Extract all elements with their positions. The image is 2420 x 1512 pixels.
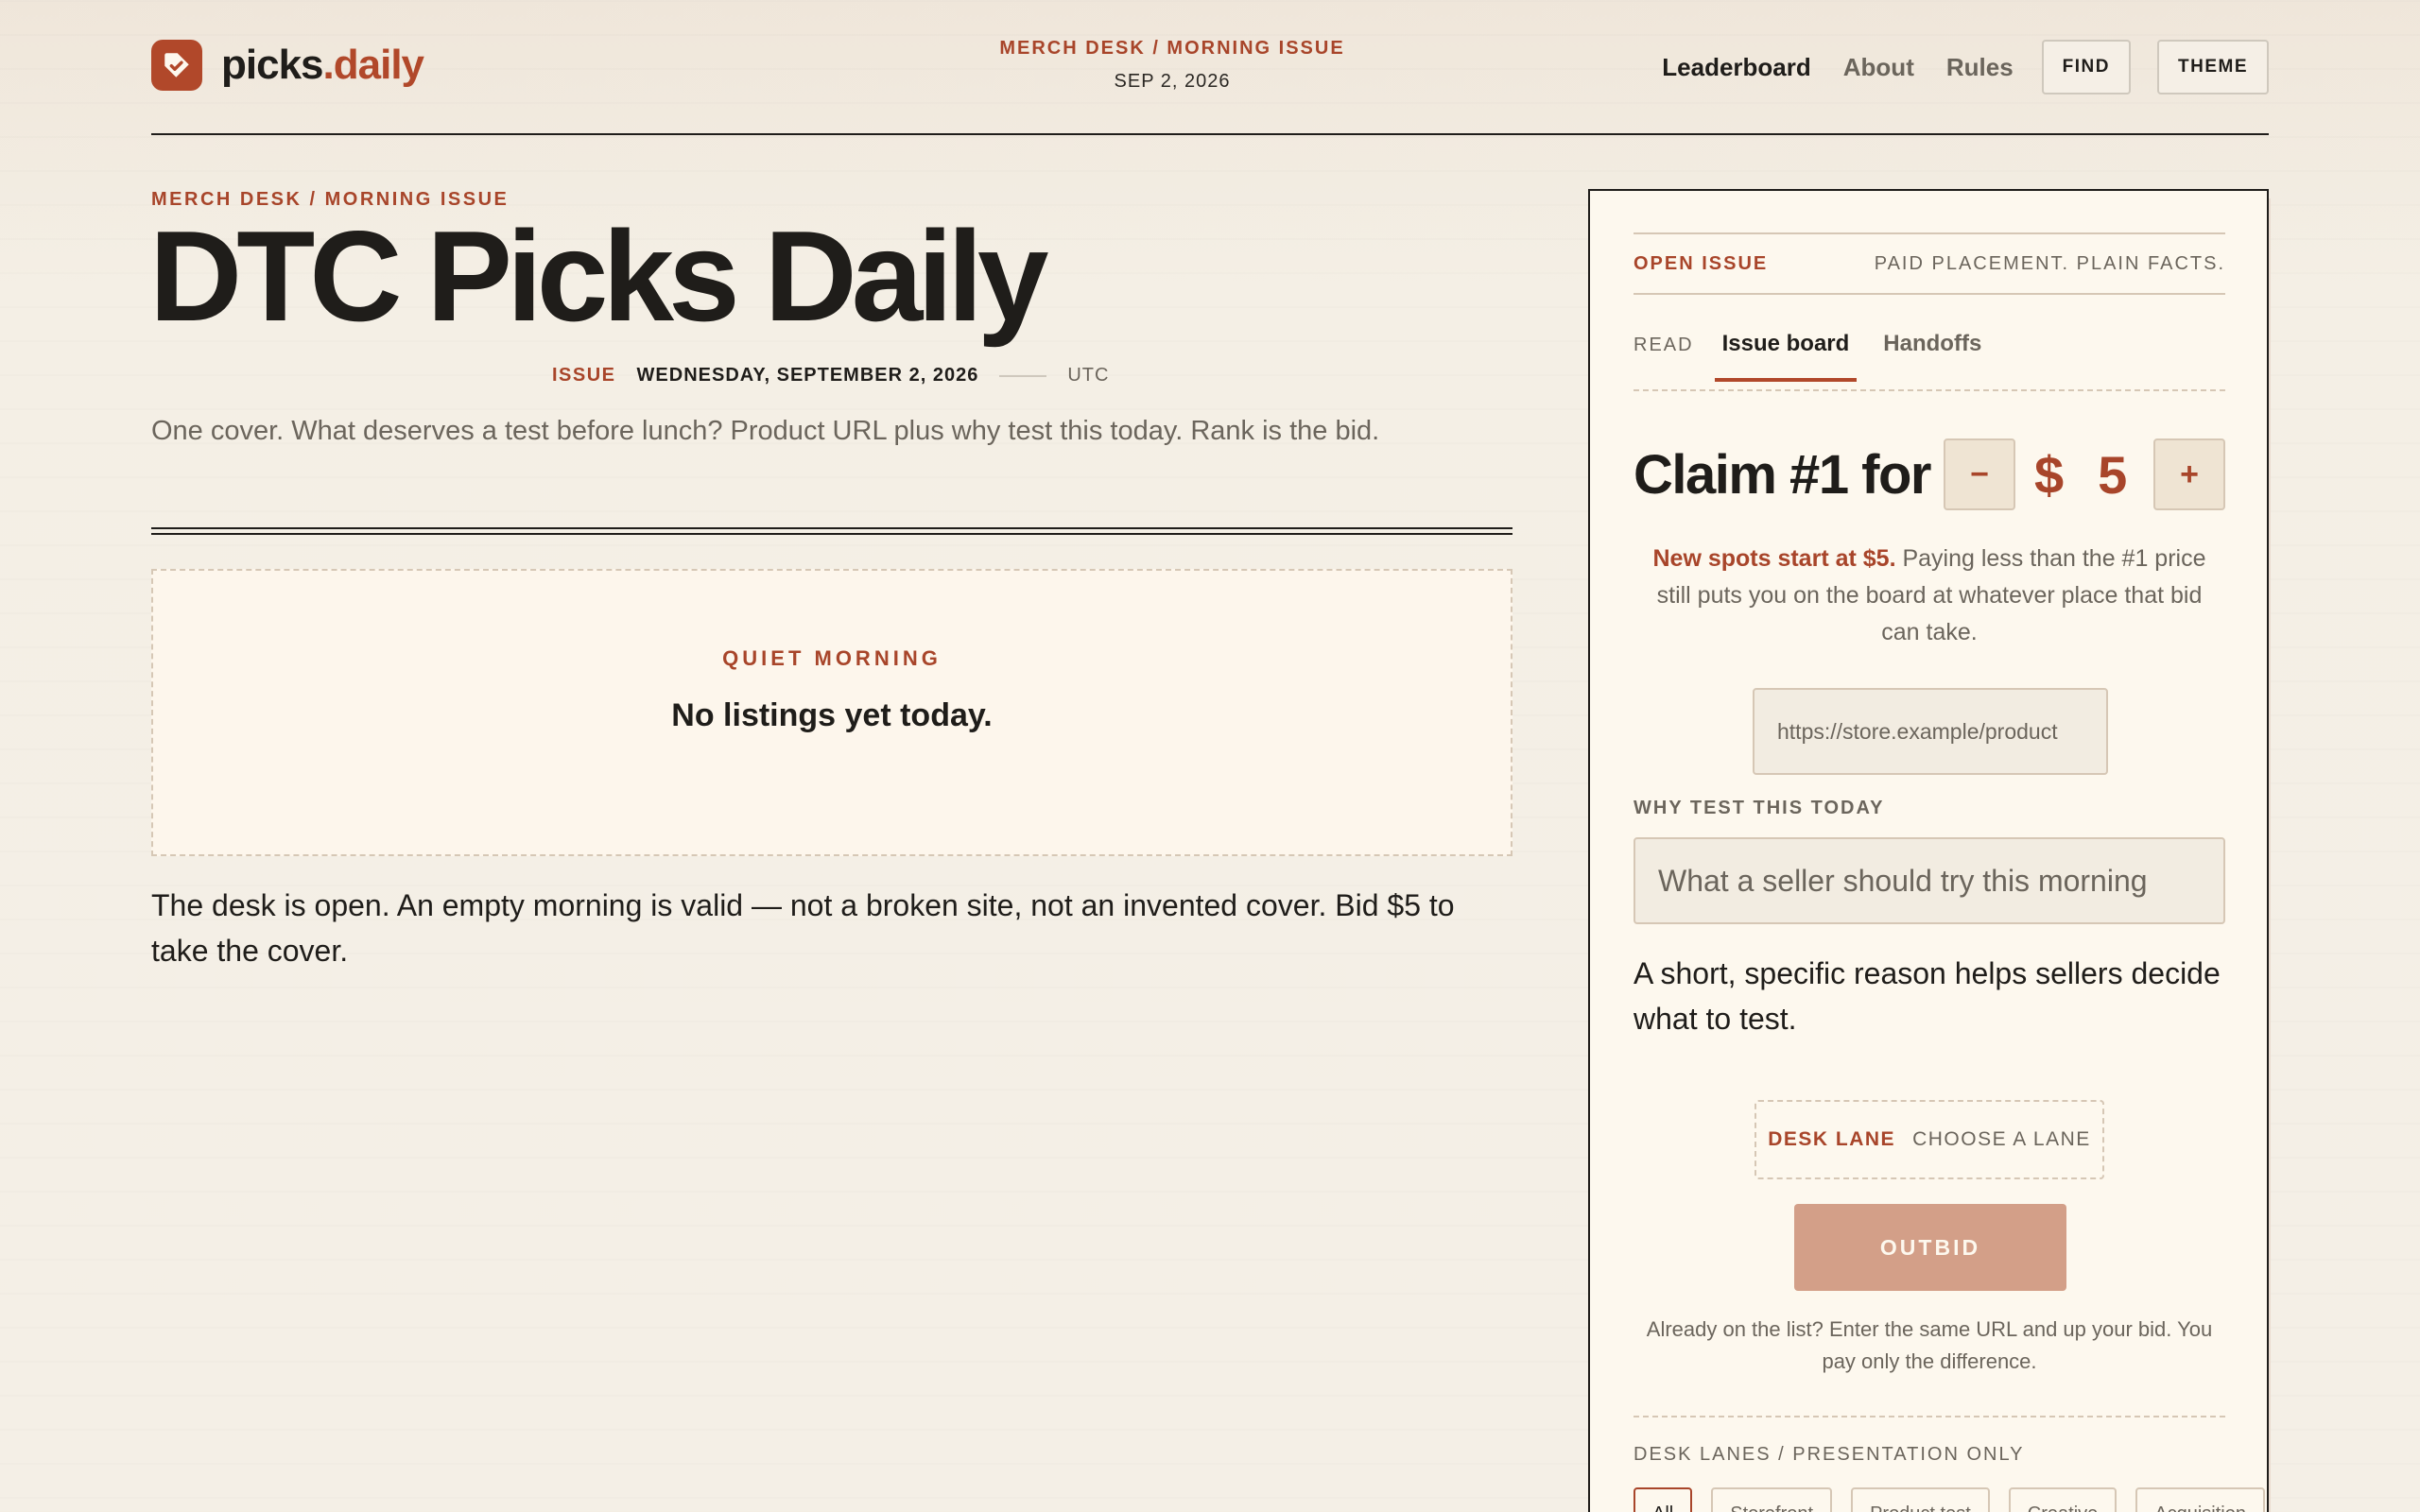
increase-bid-button[interactable]: + [2153, 438, 2225, 510]
why-test-help: A short, specific reason helps sellers d… [1634, 956, 2221, 1036]
lane-chip-product-test[interactable]: Product test [1851, 1487, 1990, 1512]
bid-amount-input[interactable]: 5 [2098, 444, 2127, 506]
empty-state-title: No listings yet today. [671, 697, 993, 733]
desk-lane-select[interactable]: DESK LANE CHOOSE A LANE [1754, 1100, 2104, 1179]
divider [999, 374, 1047, 377]
header-date: SEP 2, 2026 [1114, 71, 1231, 92]
already-listed-note: Already on the list? Enter the same URL … [1646, 1317, 2213, 1373]
bid-currency: $ [2034, 444, 2065, 505]
product-url-input[interactable]: https://store.example/product [1753, 688, 2108, 775]
desk-lane-label: DESK LANE [1768, 1128, 1896, 1150]
issue-line: ISSUE WEDNESDAY, SEPTEMBER 2, 2026 UTC [552, 365, 1109, 387]
lane-chip-all[interactable]: All [1634, 1487, 1693, 1512]
issue-date: WEDNESDAY, SEPTEMBER 2, 2026 [636, 365, 979, 386]
issue-label: ISSUE [552, 365, 616, 386]
tag-check-icon [151, 40, 202, 91]
nav-about[interactable]: About [1843, 53, 1914, 82]
empty-state-kicker: QUIET MORNING [722, 646, 942, 670]
lede: One cover. What deserves a test before l… [151, 416, 1380, 446]
lane-chip-acquisition[interactable]: Acquisition [2135, 1487, 2265, 1512]
main-nav: Leaderboard About Rules FIND THEME [1630, 40, 2269, 94]
desk-lane-value: CHOOSE A LANE [1912, 1128, 2091, 1150]
panel-header: OPEN ISSUE PAID PLACEMENT. PLAIN FACTS. [1634, 232, 2225, 295]
find-button[interactable]: FIND [2041, 40, 2131, 94]
desk-note: The desk is open. An empty morning is va… [151, 888, 1455, 968]
timezone: UTC [1067, 365, 1110, 386]
tab-handoffs[interactable]: Handoffs [1876, 331, 1989, 378]
nav-rules[interactable]: Rules [1946, 53, 2014, 82]
tab-issue-board[interactable]: Issue board [1714, 331, 1858, 382]
why-test-label: WHY TEST THIS TODAY [1634, 798, 1885, 818]
decrease-bid-button[interactable]: − [1944, 438, 2015, 510]
bid-panel: OPEN ISSUE PAID PLACEMENT. PLAIN FACTS. … [1588, 189, 2269, 1512]
open-issue-label: OPEN ISSUE [1634, 252, 1769, 274]
nav-leaderboard[interactable]: Leaderboard [1662, 53, 1811, 82]
why-test-input[interactable]: What a seller should try this morning [1634, 837, 2225, 924]
outbid-button[interactable]: OUTBID [1794, 1204, 2066, 1291]
brand-logo[interactable]: picks.daily [151, 40, 424, 91]
desk-lanes-label: DESK LANES / PRESENTATION ONLY [1634, 1444, 2025, 1465]
empty-state: QUIET MORNING No listings yet today. [151, 569, 1512, 856]
page-title: DTC Picks Daily [149, 204, 1049, 348]
double-rule-divider [151, 527, 1512, 535]
pricing-note: New spots start at $5. Paying less than … [1634, 541, 2225, 651]
desk-lane-chips: All Storefront Product test Creative Acq… [1634, 1487, 2265, 1512]
header-issue-info: MERCH DESK / MORNING ISSUE SEP 2, 2026 [813, 38, 1531, 93]
panel-tagline: PAID PLACEMENT. PLAIN FACTS. [1874, 252, 2225, 274]
site-header: picks.daily MERCH DESK / MORNING ISSUE S… [151, 0, 2269, 135]
pricing-note-highlight: New spots start at $5. [1652, 545, 1896, 572]
lane-chip-creative[interactable]: Creative [2008, 1487, 2118, 1512]
lane-chip-storefront[interactable]: Storefront [1711, 1487, 1833, 1512]
divider [1634, 1416, 2225, 1418]
tabs-read-label: READ [1634, 335, 1694, 355]
claim-heading: Claim #1 for [1634, 443, 1932, 506]
claim-row: Claim #1 for − $ 5 + [1634, 438, 2225, 510]
header-kicker: MERCH DESK / MORNING ISSUE [999, 38, 1345, 59]
panel-tabs: READ Issue board Handoffs [1634, 323, 2225, 391]
theme-button[interactable]: THEME [2157, 40, 2269, 94]
brand-name: picks.daily [221, 42, 424, 88]
